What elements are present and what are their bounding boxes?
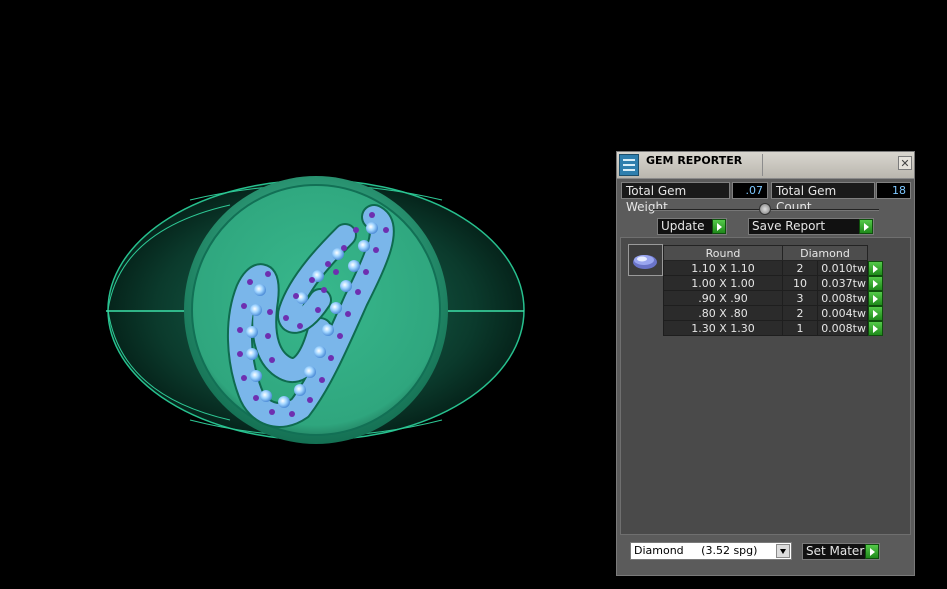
save-report-button[interactable]: Save Report [748,218,874,235]
gem-weight: 0.037tw [817,275,868,291]
table-row[interactable]: 1.00 X 1.00 10 0.037tw [663,275,885,291]
gem-reporter-panel: GEM REPORTER ✕ Total Gem Weight .07 Tota… [616,151,915,576]
panel-title: GEM REPORTER [646,154,743,167]
table-row[interactable]: 1.30 X 1.30 1 0.008tw [663,320,885,336]
gem-weight: 0.008tw [817,290,868,306]
update-button-label: Update [661,219,705,233]
table-row[interactable]: 1.10 X 1.10 2 0.010tw [663,260,885,276]
gem-quantity: 2 [782,260,818,276]
set-material-button[interactable]: Set Material [802,543,880,560]
table-row[interactable]: .80 X .80 2 0.004tw [663,305,885,321]
total-gem-weight-value: .07 [732,182,768,199]
title-divider [762,154,763,176]
gem-list-area: Round Diamond 1.10 X 1.10 2 0.010tw 1.00… [620,237,911,535]
gem-table: Round Diamond 1.10 X 1.10 2 0.010tw 1.00… [663,245,885,336]
play-arrow-icon[interactable] [868,290,883,306]
material-select[interactable]: Diamond (3.52 spg) [630,542,792,560]
ring-render [106,176,525,444]
play-arrow-icon[interactable] [868,275,883,291]
play-arrow-icon[interactable] [868,320,883,336]
material-select-spg: (3.52 spg) [701,544,758,557]
play-arrow-icon[interactable] [868,305,883,321]
play-arrow-icon [712,219,726,234]
dropdown-arrow-icon[interactable] [776,544,790,558]
play-arrow-icon[interactable] [868,260,883,276]
close-icon[interactable]: ✕ [898,156,912,170]
column-header-material: Diamond [782,245,868,261]
total-gem-count-label: Total Gem Count [771,182,875,214]
slider-thumb-icon[interactable] [759,203,771,215]
column-header-shape: Round [663,245,783,261]
play-arrow-icon [859,219,873,234]
gem-quantity: 1 [782,320,818,336]
gem-quantity: 3 [782,290,818,306]
total-gem-count-value: 18 [876,182,911,199]
3d-viewport[interactable] [0,0,612,585]
gem-size: 1.00 X 1.00 [663,275,783,291]
update-button[interactable]: Update [657,218,727,235]
save-report-button-label: Save Report [752,219,826,233]
gem-size: 1.30 X 1.30 [663,320,783,336]
gem-icon[interactable] [628,244,663,276]
gem-weight: 0.004tw [817,305,868,321]
total-gem-weight-label: Total Gem Weight [621,182,730,214]
gem-reporter-app-icon [619,154,639,176]
gem-size: .90 X .90 [663,290,783,306]
play-arrow-icon [865,544,879,559]
gem-size: .80 X .80 [663,305,783,321]
gem-size: 1.10 X 1.10 [663,260,783,276]
gem-quantity: 2 [782,305,818,321]
table-row[interactable]: .90 X .90 3 0.008tw [663,290,885,306]
title-bar[interactable]: GEM REPORTER ✕ [617,152,914,179]
material-select-name: Diamond [634,544,684,557]
gem-weight: 0.008tw [817,320,868,336]
gem-weight: 0.010tw [817,260,868,276]
gem-quantity: 10 [782,275,818,291]
